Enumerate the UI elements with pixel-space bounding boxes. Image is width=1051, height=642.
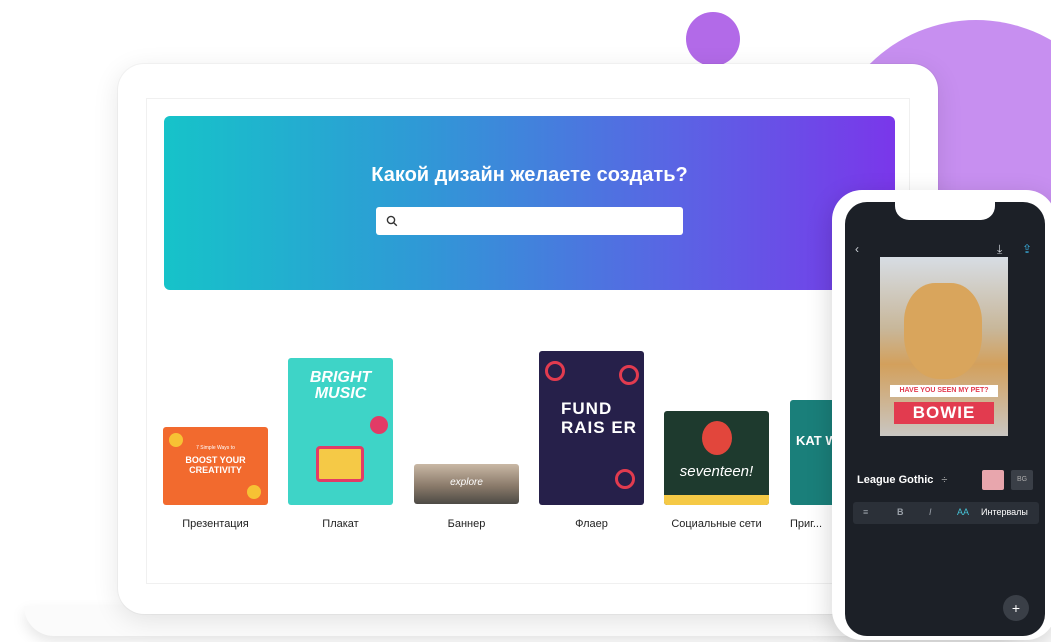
search-input[interactable] (376, 207, 683, 235)
drum-illustration (316, 446, 364, 482)
font-name: League Gothic (857, 474, 934, 486)
photo-caption: HAVE YOU SEEN MY PET? (890, 385, 998, 397)
download-icon[interactable]: ⤓ (997, 242, 1002, 257)
phone-screen: ‹ ⤓ ⇪ HAVE YOU SEEN MY PET? BOWIE League… (845, 202, 1045, 636)
category-card-poster[interactable]: BRIGHT MUSIC (288, 358, 393, 505)
align-icon[interactable]: ≡ (863, 507, 868, 517)
font-selector[interactable]: League Gothic ÷ (857, 474, 947, 486)
italic-button[interactable]: I (929, 507, 932, 517)
decor-ring (615, 469, 635, 489)
category-label-social[interactable]: Социальные сети (664, 518, 769, 530)
chevron-down-icon: ÷ (941, 474, 948, 486)
category-card-presentation[interactable]: 7 Simple Ways to BOOST YOUR CREATIVITY (163, 427, 268, 505)
dog-image (904, 283, 982, 379)
thumb-title: BRIGHT MUSIC (309, 369, 372, 402)
spacing-button[interactable]: Интервалы (981, 507, 1028, 517)
decor-ring (545, 361, 565, 381)
category-label-presentation[interactable]: Презентация (163, 518, 268, 530)
category-label-flyer[interactable]: Флаер (539, 518, 644, 530)
phone-notch (895, 202, 995, 220)
back-chevron-icon[interactable]: ‹ (855, 242, 859, 256)
thumb-bar (664, 495, 769, 505)
background-button[interactable]: BG (1011, 470, 1033, 490)
text-size-button[interactable]: AA (957, 507, 969, 517)
pet-photo[interactable]: HAVE YOU SEEN MY PET? BOWIE (880, 257, 1008, 436)
hero-title: Какой дизайн желаете создать? (371, 164, 688, 186)
thumb-title: seventeen! (679, 463, 754, 480)
search-icon (386, 215, 398, 227)
thumb-subtitle: 7 Simple Ways to (196, 445, 235, 451)
category-label-poster[interactable]: Плакат (288, 518, 393, 530)
plus-icon[interactable]: + (1003, 595, 1029, 621)
decor-dot (247, 485, 261, 499)
category-card-flyer[interactable]: FUND RAIS ER (539, 351, 644, 505)
photo-name: BOWIE (894, 402, 994, 424)
page: Какой дизайн желаете создать? 7 Simple W… (0, 0, 1051, 642)
category-card-social[interactable]: seventeen! (664, 411, 769, 505)
thumb-title: BOOST YOUR CREATIVITY (185, 455, 246, 475)
category-label-banner[interactable]: Баннер (414, 518, 519, 530)
color-swatch[interactable] (982, 470, 1004, 490)
phone-frame: ‹ ⤓ ⇪ HAVE YOU SEEN MY PET? BOWIE League… (832, 190, 1051, 640)
thumb-title: explore (450, 477, 483, 488)
bold-button[interactable]: B (897, 507, 904, 517)
decorative-circle-small (686, 12, 740, 66)
photo-person (702, 421, 732, 455)
text-toolbar: ≡ B I AA Интервалы (853, 502, 1039, 524)
share-icon[interactable]: ⇪ (1022, 242, 1032, 256)
category-card-banner[interactable]: explore (414, 464, 519, 504)
decor-ring (619, 365, 639, 385)
thumb-title: FUND RAIS ER (561, 399, 637, 437)
decor-badge (370, 416, 388, 434)
hero-banner: Какой дизайн желаете создать? (164, 116, 895, 290)
